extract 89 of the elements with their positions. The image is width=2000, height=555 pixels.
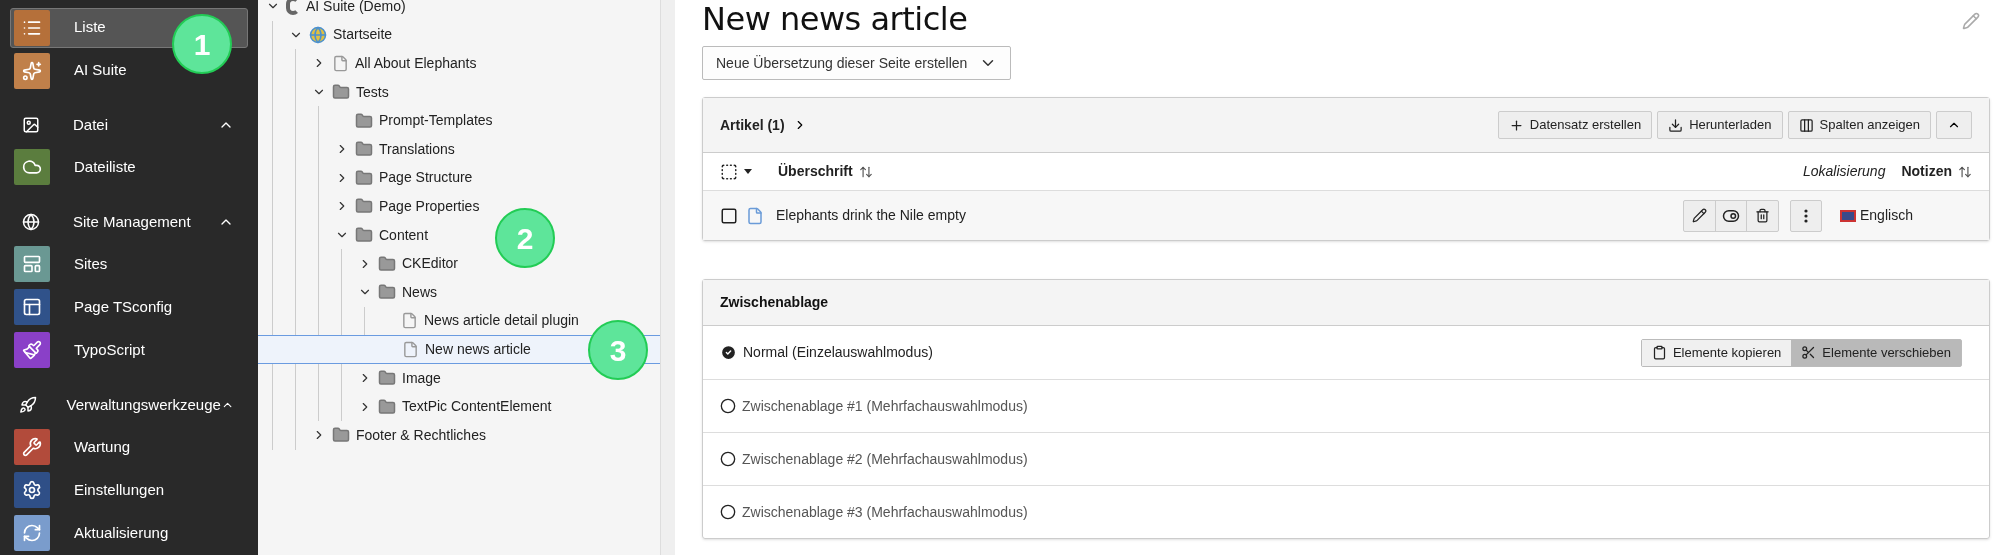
folder-icon — [378, 397, 396, 416]
module-glyph-icon — [22, 437, 42, 458]
folder-icon — [332, 426, 350, 445]
tree-node[interactable]: Image — [358, 363, 441, 393]
clipboard-mode-option[interactable]: Zwischenablage #1 (Mehrfachauswahlmodus) — [720, 395, 1028, 417]
group-icon — [22, 212, 40, 231]
module-glyph-icon — [22, 254, 42, 275]
tree-node[interactable]: Translations — [335, 134, 455, 164]
column-header[interactable]: Überschrift — [778, 161, 853, 182]
scissors-icon — [1801, 345, 1817, 360]
tree-node[interactable]: AI Suite (Demo) — [266, 0, 406, 21]
tree-node[interactable]: Prompt-Templates — [335, 106, 493, 135]
columns-icon — [1798, 117, 1814, 133]
tree-node[interactable]: TextPic ContentElement — [358, 392, 552, 421]
radio-empty-icon — [720, 398, 736, 414]
module-menu-item[interactable]: Dateiliste — [10, 147, 248, 188]
clipboard-mode-option[interactable]: Zwischenablage #3 (Mehrfachauswahlmodus) — [720, 501, 1028, 523]
toolbar-button[interactable]: Datensatz erstellen — [1497, 111, 1653, 139]
page-icon — [402, 340, 419, 358]
module-menu-item[interactable]: Page TSconfig — [10, 287, 248, 328]
folder-icon — [378, 283, 396, 302]
clipboard-mode-option[interactable]: Zwischenablage #2 (Mehrfachauswahlmodus) — [720, 448, 1028, 470]
folder-icon — [355, 168, 373, 187]
folder-icon — [355, 140, 373, 159]
module-group-header[interactable]: Datei — [10, 104, 248, 146]
module-glyph-icon — [22, 60, 42, 81]
tree-node[interactable]: All About Elephants — [312, 49, 477, 78]
tree-node[interactable]: Tests — [312, 77, 389, 107]
clipboard-mode-option[interactable]: Normal (Einzelauswahlmodus) — [720, 342, 933, 363]
group-icon — [22, 116, 40, 134]
language-label: Englisch — [1860, 206, 1914, 225]
module-menu-item[interactable]: Aktualisierung — [10, 513, 248, 554]
row-checkbox[interactable] — [720, 206, 738, 225]
module-menu-item[interactable]: TypoScript — [10, 330, 248, 371]
module-menu-item[interactable]: Wartung — [10, 427, 248, 468]
folder-icon — [355, 197, 373, 216]
tree-node[interactable]: Page Properties — [335, 192, 480, 221]
toolbar-button[interactable]: Spalten anzeigen — [1787, 111, 1931, 139]
radio-empty-icon — [720, 451, 736, 467]
folder-icon — [355, 111, 373, 130]
module-group-header[interactable]: Verwaltungswerkzeuge — [10, 384, 248, 426]
globe-icon — [309, 25, 327, 44]
kebab-menu-icon — [1804, 208, 1808, 223]
group-icon — [18, 395, 37, 414]
sort-icon[interactable] — [858, 164, 873, 179]
download-icon — [1668, 117, 1684, 133]
folder-icon — [355, 226, 373, 245]
clipboard-icon — [1651, 345, 1667, 360]
radio-checked-icon — [720, 344, 737, 361]
panel-title: Zwischenablage — [720, 293, 829, 312]
folder-icon — [378, 369, 396, 387]
tree-node[interactable]: Content — [335, 220, 429, 250]
module-glyph-icon — [22, 480, 42, 501]
panel-title: Artikel (1) — [720, 115, 785, 135]
toolbar-button[interactable]: Herunterladen — [1657, 111, 1783, 139]
tree-node[interactable]: News — [358, 277, 437, 307]
plus-icon — [1508, 117, 1524, 133]
tree-node[interactable]: Page Structure — [335, 163, 473, 193]
sort-icon[interactable] — [1958, 164, 1972, 179]
page-icon — [332, 55, 349, 72]
module-glyph-icon — [22, 297, 42, 318]
select-all-checkbox[interactable] — [720, 162, 738, 181]
module-menu-item[interactable]: Einstellungen — [10, 470, 248, 511]
module-menu-item[interactable]: Sites — [10, 244, 248, 285]
page-icon — [401, 312, 418, 330]
pencil-icon — [1692, 208, 1707, 223]
tree-node[interactable]: News article detail plugin — [381, 306, 579, 336]
column-header: Lokalisierung — [1802, 162, 1886, 181]
record-title[interactable]: Elephants drink the Nile empty — [776, 205, 966, 226]
flag-icon — [1840, 209, 1856, 222]
logo-icon — [286, 0, 300, 16]
caret-icon[interactable] — [744, 169, 752, 174]
clipboard-action-button[interactable]: Elemente kopieren — [1641, 339, 1792, 366]
radio-empty-icon — [720, 504, 736, 520]
translation-select[interactable]: Neue Übersetzung dieser Seite erstellen — [702, 46, 1012, 80]
page-title: New news article — [702, 0, 968, 38]
record-icon — [746, 206, 764, 225]
trash-icon — [1755, 208, 1770, 223]
module-glyph-icon — [22, 340, 42, 361]
clipboard-action-button[interactable]: Elemente verschieben — [1791, 339, 1961, 366]
tree-node[interactable]: Footer & Rechtliches — [312, 420, 486, 450]
folder-icon — [332, 83, 350, 102]
tree-node[interactable]: Startseite — [289, 20, 393, 50]
more-button[interactable] — [1790, 199, 1822, 232]
module-glyph-icon — [22, 523, 42, 544]
column-header[interactable]: Notizen — [1901, 161, 1952, 182]
tree-node[interactable]: CKEditor — [358, 249, 459, 278]
folder-icon — [378, 254, 396, 273]
module-group-header[interactable]: Site Management — [10, 201, 248, 243]
